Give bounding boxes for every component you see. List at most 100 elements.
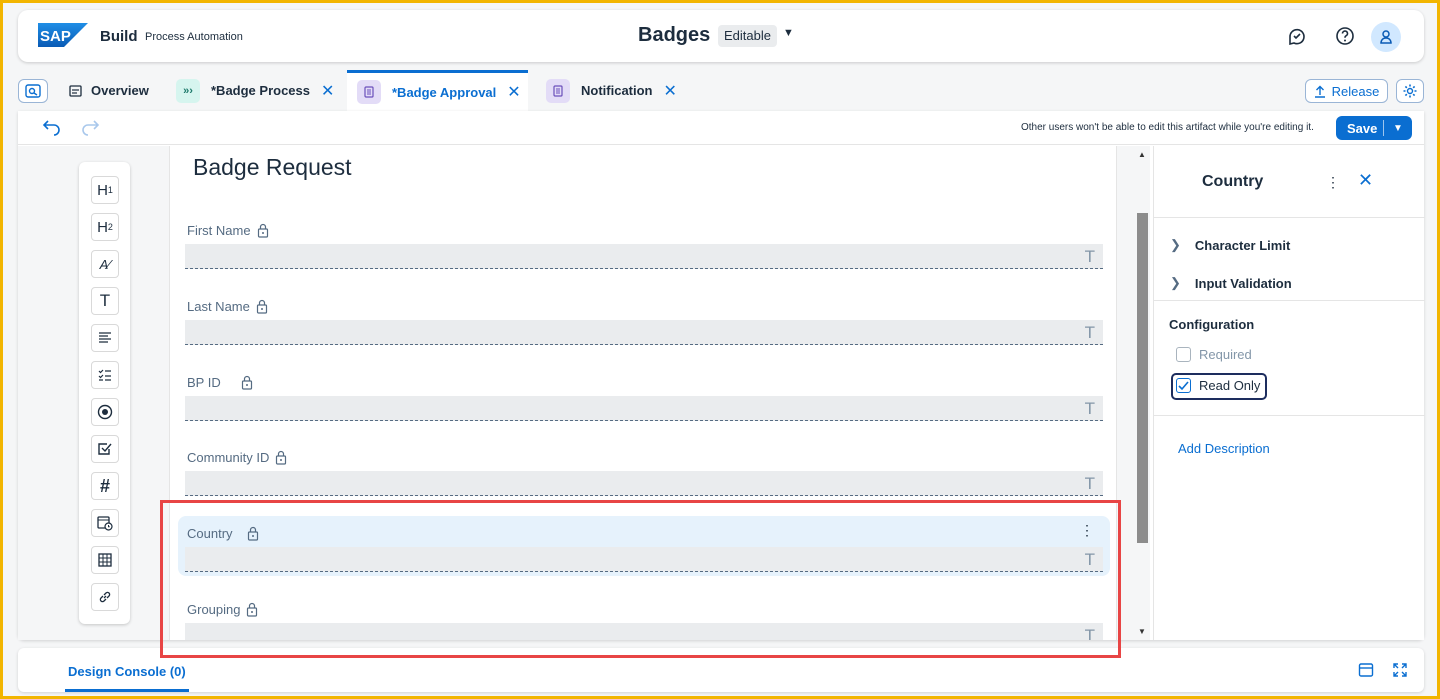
field-label-text: Community ID: [187, 450, 270, 465]
product-name: Process Automation: [145, 31, 243, 43]
tab-badge-process[interactable]: »› *Badge Process ✕: [176, 70, 334, 111]
text-input-icon[interactable]: T: [91, 287, 119, 315]
tab-badge-approval[interactable]: *Badge Approval ✕: [347, 70, 528, 111]
caret-down-icon[interactable]: ▼: [783, 27, 794, 39]
accordion-label: Input Validation: [1194, 275, 1292, 291]
chevron-down-icon[interactable]: ▼: [1384, 123, 1403, 134]
tab-label: *Badge Process: [211, 83, 310, 98]
text-type-icon: T: [1084, 399, 1095, 418]
checkbox-icon[interactable]: [91, 435, 119, 463]
required-checkbox-row[interactable]: Required: [1176, 347, 1252, 362]
tab-notification[interactable]: Notification ✕: [546, 70, 677, 111]
accordion-character-limit[interactable]: ❯ Character Limit: [1170, 237, 1290, 253]
joule-assistant-icon[interactable]: [1286, 25, 1308, 47]
tab-active-indicator: [65, 689, 189, 692]
artifact-search-button[interactable]: [18, 79, 48, 103]
expand-icon[interactable]: [1392, 662, 1408, 678]
lock-icon: [241, 375, 252, 390]
number-icon[interactable]: #: [91, 472, 119, 500]
heading1-icon[interactable]: H1: [91, 176, 119, 204]
status-badge: Editable: [718, 25, 777, 47]
tab-design-console[interactable]: Design Console (0): [68, 664, 186, 679]
text-type-icon: T: [1084, 247, 1095, 266]
field-label-bp-id[interactable]: BP ID: [187, 375, 253, 390]
form-icon: [546, 78, 570, 103]
properties-panel: Country ⋮ ✕ ❯ Character Limit ❯ Input Va…: [1153, 146, 1425, 640]
process-icon: »›: [176, 78, 200, 103]
scroll-down-icon[interactable]: ▼: [1138, 627, 1146, 636]
release-button[interactable]: Release: [1305, 79, 1388, 103]
close-icon[interactable]: ✕: [664, 81, 677, 101]
form-title[interactable]: Badge Request: [193, 154, 352, 181]
upload-icon: [1314, 85, 1325, 98]
link-icon[interactable]: [91, 583, 119, 611]
heading2-icon[interactable]: H2: [91, 213, 119, 241]
readonly-checkbox[interactable]: [1176, 378, 1191, 393]
first-name-input[interactable]: T: [185, 244, 1103, 269]
required-label: Required: [1199, 347, 1252, 362]
user-avatar[interactable]: [1371, 22, 1401, 52]
user-icon: [1380, 30, 1392, 44]
editor-tabstrip: Overview »› *Badge Process ✕ *Badge Appr…: [18, 70, 1424, 111]
save-button[interactable]: Save ▼: [1336, 116, 1412, 140]
editing-lock-notice: Other users won't be able to edit this a…: [1021, 122, 1314, 133]
accordion-input-validation[interactable]: ❯ Input Validation: [1170, 275, 1292, 291]
redo-icon[interactable]: [80, 119, 100, 137]
help-icon[interactable]: [1334, 25, 1356, 47]
section-title-configuration: Configuration: [1169, 317, 1255, 332]
required-checkbox[interactable]: [1176, 347, 1191, 362]
brand-name: Build: [100, 28, 138, 45]
field-label-last-name[interactable]: Last Name: [187, 299, 268, 314]
tab-overview[interactable]: Overview: [68, 70, 149, 111]
tab-label: *Badge Approval: [392, 84, 497, 100]
form-icon: [357, 80, 381, 104]
text-type-icon: T: [1084, 323, 1095, 342]
shell-bar: SAP Build Process Automation Badges Edit…: [18, 10, 1424, 62]
tab-label: Notification: [581, 83, 653, 98]
paragraph-icon[interactable]: [91, 324, 119, 352]
more-options-icon[interactable]: ⋮: [1326, 174, 1340, 191]
field-label-community-id[interactable]: Community ID: [187, 450, 287, 465]
close-icon[interactable]: ✕: [1358, 170, 1373, 191]
sap-logo[interactable]: SAP: [38, 23, 88, 47]
app-title: Badges: [638, 24, 711, 46]
release-label: Release: [1331, 83, 1380, 99]
close-icon[interactable]: ✕: [321, 81, 334, 101]
checklist-icon[interactable]: [91, 361, 119, 389]
close-icon[interactable]: ✕: [507, 82, 520, 102]
readonly-label: Read Only: [1199, 378, 1261, 393]
overview-icon: [68, 79, 82, 103]
divider: [1154, 415, 1425, 416]
lock-icon: [257, 223, 268, 238]
last-name-input[interactable]: T: [185, 320, 1103, 345]
app-frame: SAP Build Process Automation Badges Edit…: [3, 3, 1437, 696]
field-label-text: Last Name: [187, 299, 250, 314]
gear-icon: [1403, 84, 1417, 98]
sap-logo-text: SAP: [40, 28, 71, 45]
bp-id-input[interactable]: T: [185, 396, 1103, 421]
chevron-right-icon: ❯: [1170, 275, 1181, 290]
search-panel-icon: [25, 84, 41, 98]
settings-button[interactable]: [1396, 79, 1424, 103]
field-label-text: BP ID: [187, 375, 221, 390]
date-time-icon[interactable]: [91, 509, 119, 537]
undo-icon[interactable]: [42, 119, 62, 137]
annotation-highlight-box: [160, 500, 1121, 658]
checkmark-icon: [1178, 380, 1189, 390]
table-icon[interactable]: [91, 546, 119, 574]
field-label-first-name[interactable]: First Name: [187, 223, 269, 238]
lock-icon: [256, 299, 267, 314]
scroll-thumb[interactable]: [1137, 213, 1148, 543]
scroll-up-icon[interactable]: ▲: [1138, 150, 1146, 159]
panel-title: Country: [1202, 173, 1264, 190]
field-label-text: First Name: [187, 223, 251, 238]
readonly-checkbox-row[interactable]: Read Only: [1176, 378, 1260, 393]
community-id-input[interactable]: T: [185, 471, 1103, 496]
text-style-icon[interactable]: A⁄: [91, 250, 119, 278]
form-scrollbar[interactable]: ▲ ▼: [1135, 146, 1150, 640]
lock-icon: [276, 450, 287, 465]
add-description-link[interactable]: Add Description: [1178, 441, 1270, 456]
tab-label: Overview: [91, 83, 149, 98]
panel-layout-icon[interactable]: [1358, 662, 1374, 678]
radio-button-icon[interactable]: [91, 398, 119, 426]
